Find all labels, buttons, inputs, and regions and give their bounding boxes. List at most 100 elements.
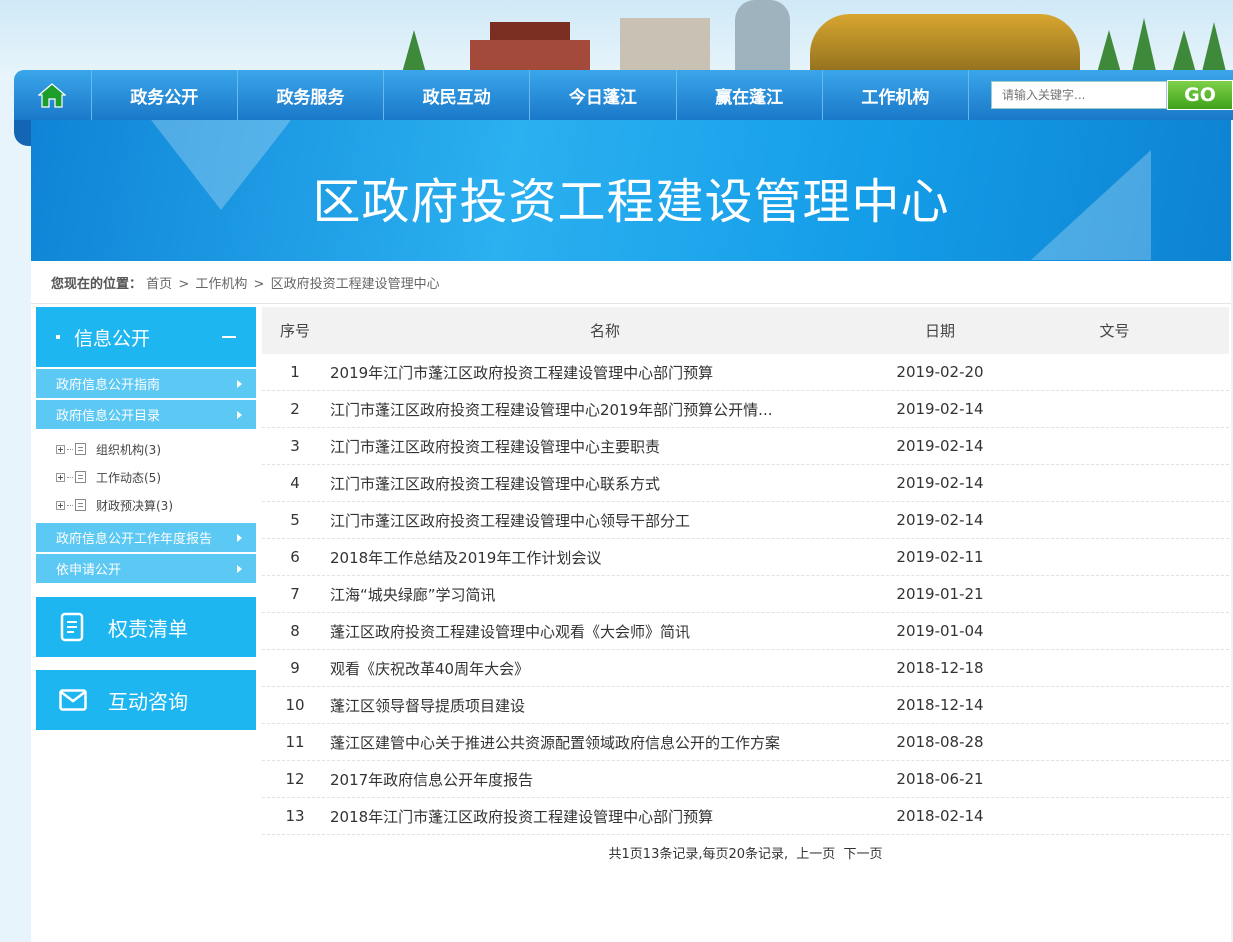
sidebar: 信息公开 政府信息公开指南 政府信息公开目录 组织机构(3) 工作动态(5) 财… (36, 307, 256, 730)
row-number: 10 (285, 696, 305, 714)
catalog-tree: 组织机构(3) 工作动态(5) 财政预决算(3) (36, 429, 256, 521)
tree-node-budget[interactable]: 财政预决算(3) (56, 491, 256, 519)
row-title-link[interactable]: 2017年政府信息公开年度报告 (328, 769, 880, 790)
expand-icon[interactable] (56, 500, 65, 510)
table-row: 7 江海“城央绿廊”学习简讯 2019-01-21 (262, 576, 1229, 613)
tile-interactive-consult[interactable]: 互动咨询 (36, 670, 256, 730)
row-number: 5 (290, 511, 300, 529)
home-button[interactable] (14, 70, 92, 120)
table-body: 1 2019年江门市蓬江区政府投资工程建设管理中心部门预算 2019-02-20 2 江… (262, 354, 1229, 835)
tree-node-label: 工作动态(5) (96, 470, 161, 485)
row-number: 13 (285, 807, 305, 825)
breadcrumb-sep: > (178, 277, 190, 292)
row-date: 2019-02-14 (896, 400, 984, 418)
row-date: 2018-02-14 (896, 807, 984, 825)
sidebar-item-on-request[interactable]: 依申请公开 (36, 554, 256, 583)
row-date: 2019-02-11 (896, 548, 984, 566)
breadcrumb-work-org[interactable]: 工作机构 (195, 277, 247, 292)
tile-responsibility-list[interactable]: 权责清单 (36, 597, 256, 657)
next-page-link[interactable]: 下一页 (843, 847, 882, 862)
table-row: 13 2018年江门市蓬江区政府投资工程建设管理中心部门预算 2018-02-14 (262, 798, 1229, 835)
row-title-link[interactable]: 蓬江区建管中心关于推进公共资源配置领域政府信息公开的工作方案 (328, 732, 880, 753)
sidebar-item-catalog[interactable]: 政府信息公开目录 (36, 400, 256, 429)
row-number: 9 (290, 659, 300, 677)
table-row: 5 江门市蓬江区政府投资工程建设管理中心领导干部分工 2019-02-14 (262, 502, 1229, 539)
row-title-link[interactable]: 江门市蓬江区政府投资工程建设管理中心联系方式 (328, 473, 880, 494)
sidebar-item-label: 政府信息公开目录 (56, 409, 161, 424)
row-title-link[interactable]: 江海“城央绿廊”学习简讯 (328, 584, 880, 605)
search-go-button[interactable]: GO (1167, 80, 1233, 110)
pagination: 共1页13条记录,每页20条记录, 上一页 下一页 (262, 843, 1229, 862)
document-icon (75, 471, 86, 483)
tree-node-label: 组织机构(3) (96, 442, 161, 457)
sidebar-header-info-disclosure[interactable]: 信息公开 (36, 307, 256, 367)
row-title-link[interactable]: 2018年江门市蓬江区政府投资工程建设管理中心部门预算 (328, 806, 880, 827)
breadcrumb: 您现在的位置： 首页 > 工作机构 > 区政府投资工程建设管理中心 (51, 273, 440, 292)
nav-item-zhengwufuwu[interactable]: 政务服务 (238, 70, 385, 120)
nav-item-zhengwugongkai[interactable]: 政务公开 (92, 70, 238, 120)
table-row: 6 2018年工作总结及2019年工作计划会议 2019-02-11 (262, 539, 1229, 576)
sidebar-item-label: 政府信息公开工作年度报告 (56, 532, 213, 547)
arrow-right-icon (237, 565, 242, 573)
divider (31, 303, 1231, 304)
row-title-link[interactable]: 蓬江区领导督导提质项目建设 (328, 695, 880, 716)
row-date: 2019-02-14 (896, 511, 984, 529)
tile-label: 权责清单 (108, 616, 188, 641)
scenic-header (0, 0, 1233, 80)
row-date: 2018-08-28 (896, 733, 984, 751)
tree-node-news[interactable]: 工作动态(5) (56, 463, 256, 491)
row-date: 2018-06-21 (896, 770, 984, 788)
breadcrumb-sep: > (253, 277, 265, 292)
breadcrumb-current[interactable]: 区政府投资工程建设管理中心 (271, 277, 440, 292)
row-date: 2019-02-20 (896, 363, 984, 381)
row-number: 4 (290, 474, 300, 492)
row-title-link[interactable]: 2019年江门市蓬江区政府投资工程建设管理中心部门预算 (328, 362, 880, 383)
table-row: 2 江门市蓬江区政府投资工程建设管理中心2019年部门预算公开情... 2019-0… (262, 391, 1229, 428)
row-title-link[interactable]: 蓬江区政府投资工程建设管理中心观看《大会师》简讯 (328, 621, 880, 642)
tile-label: 互动咨询 (108, 689, 188, 714)
row-title-link[interactable]: 江门市蓬江区政府投资工程建设管理中心2019年部门预算公开情... (328, 399, 880, 420)
row-title-link[interactable]: 2018年工作总结及2019年工作计划会议 (328, 547, 880, 568)
row-title-link[interactable]: 江门市蓬江区政府投资工程建设管理中心主要职责 (328, 436, 880, 457)
table-row: 8 蓬江区政府投资工程建设管理中心观看《大会师》简讯 2019-01-04 (262, 613, 1229, 650)
row-number: 8 (290, 622, 300, 640)
search-input[interactable] (991, 81, 1167, 109)
row-number: 6 (290, 548, 300, 566)
breadcrumb-home[interactable]: 首页 (146, 277, 172, 292)
row-date: 2018-12-18 (896, 659, 984, 677)
row-title-link[interactable]: 观看《庆祝改革40周年大会》 (328, 658, 880, 679)
row-title-link[interactable]: 江门市蓬江区政府投资工程建设管理中心领导干部分工 (328, 510, 880, 531)
column-header-date: 日期 (924, 322, 955, 340)
envelope-icon (58, 685, 88, 715)
collapse-icon (222, 336, 236, 338)
table-row: 10 蓬江区领导督导提质项目建设 2018-12-14 (262, 687, 1229, 724)
table-row: 12 2017年政府信息公开年度报告 2018-06-21 (262, 761, 1229, 798)
prev-page-link[interactable]: 上一页 (796, 847, 835, 862)
sidebar-item-label: 依申请公开 (56, 563, 122, 578)
table-row: 3 江门市蓬江区政府投资工程建设管理中心主要职责 2019-02-14 (262, 428, 1229, 465)
nav-item-gongzuojigou[interactable]: 工作机构 (823, 70, 969, 120)
table-row: 9 观看《庆祝改革40周年大会》 2018-12-18 (262, 650, 1229, 687)
nav-item-yingzaipengjiang[interactable]: 赢在蓬江 (677, 70, 823, 120)
table-row: 4 江门市蓬江区政府投资工程建设管理中心联系方式 2019-02-14 (262, 465, 1229, 502)
row-date: 2018-12-14 (896, 696, 984, 714)
home-icon (38, 83, 67, 108)
sidebar-item-annual-report[interactable]: 政府信息公开工作年度报告 (36, 523, 256, 552)
row-number: 7 (290, 585, 300, 603)
expand-icon[interactable] (56, 472, 65, 482)
document-icon (75, 499, 86, 511)
nav-item-zhengminhudong[interactable]: 政民互动 (384, 70, 531, 120)
breadcrumb-label: 您现在的位置： (51, 277, 143, 292)
department-banner: 区政府投资工程建设管理中心 (31, 120, 1231, 261)
sidebar-item-guide[interactable]: 政府信息公开指南 (36, 369, 256, 398)
nav-item-jinripengjiang[interactable]: 今日蓬江 (530, 70, 677, 120)
search-box: GO (969, 70, 1233, 120)
row-date: 2019-01-04 (896, 622, 984, 640)
row-number: 3 (290, 437, 300, 455)
bullet-icon (56, 335, 60, 339)
expand-icon[interactable] (56, 444, 65, 454)
document-icon (75, 443, 86, 455)
column-header-no: 序号 (279, 322, 310, 340)
statue (735, 0, 790, 80)
tree-node-org[interactable]: 组织机构(3) (56, 435, 256, 463)
